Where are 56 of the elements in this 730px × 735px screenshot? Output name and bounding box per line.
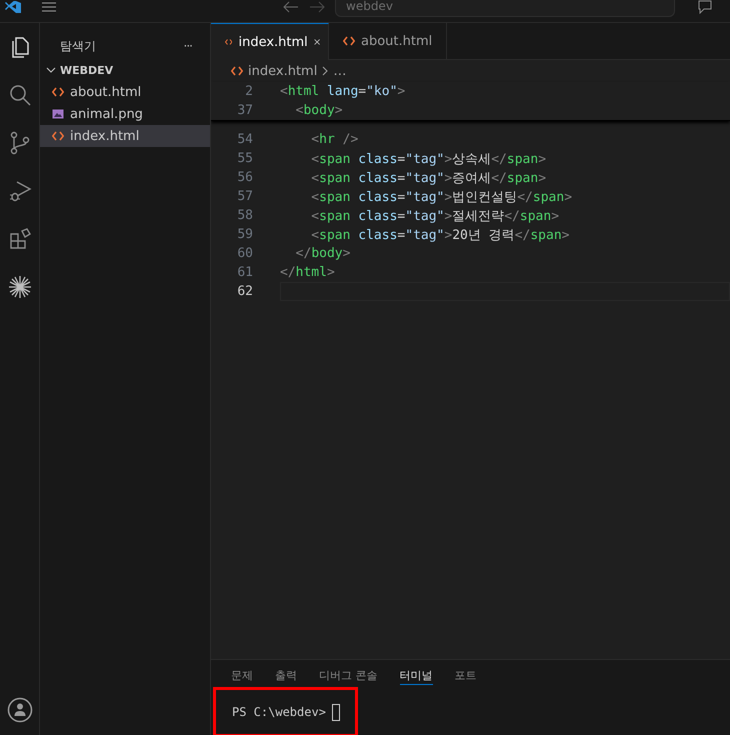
code-line: <span class="tag">법인컨설팅</span> [310,188,574,206]
panel-tab[interactable]: 문제 [231,668,253,684]
breadcrumb-item[interactable]: … [333,64,346,78]
editor-tab[interactable]: about.html [329,23,447,59]
line-number: 55 [236,151,254,166]
search-icon[interactable] [8,83,32,107]
explorer-title: 탐색기 [60,38,96,54]
panel-tab[interactable]: 포트 [454,668,476,684]
code-line: <body> [294,103,344,118]
chat-icon[interactable] [697,0,713,14]
code-file-icon [52,87,64,97]
line-number: 2 [244,84,254,99]
folder-row[interactable]: WEBDEV [40,59,210,81]
extensions-icon[interactable] [8,227,32,251]
line-number: 61 [236,265,254,280]
editor-tab[interactable]: index.html [211,23,329,60]
line-number: 59 [236,227,254,242]
line-number: 37 [236,103,254,118]
panel-tab[interactable]: 디버그 콘솔 [319,668,378,684]
file-item[interactable]: index.html [40,125,210,147]
code-line: <span class="tag">증여세</span> [310,170,548,186]
run-debug-icon[interactable] [8,179,32,203]
file-item[interactable]: about.html [40,81,210,103]
back-arrow-icon[interactable] [283,1,299,13]
menu-icon[interactable] [42,2,56,12]
panel-tab[interactable]: 출력 [275,668,297,684]
more-actions-button[interactable]: ··· [184,39,192,53]
terminal-cursor [332,704,340,720]
code-line: <span class="tag">상속세</span> [310,150,548,168]
chevron-icon [322,66,328,76]
code-file-icon [225,37,232,47]
asterisk-icon[interactable] [8,275,32,299]
account-icon[interactable] [6,697,32,723]
terminal-prompt: PS C:\webdev> [232,705,326,719]
panel-tab[interactable]: 터미널 [400,668,432,685]
file-item[interactable]: animal.png [40,103,210,125]
code-line: <span class="tag">20년 경력</span> [310,226,570,244]
line-number: 54 [236,132,254,147]
line-number: 57 [236,189,254,204]
line-number: 62 [236,284,254,299]
line-number: 60 [236,246,254,261]
image-file-icon [52,109,64,119]
chevron-icon [46,65,56,75]
code-file-icon [231,66,243,76]
close-icon[interactable] [314,37,320,47]
breadcrumb-item[interactable]: index.html [248,64,318,78]
line-number: 56 [236,170,254,185]
code-line: <hr /> [310,132,360,147]
code-line: <span class="tag">절세전략</span> [310,208,560,224]
line-number: 58 [236,208,254,223]
code-file-icon [343,36,355,46]
code-line: <html lang="ko"> [280,84,406,99]
code-file-icon [52,131,64,141]
code-line: </html> [280,265,336,280]
code-line: </body> [294,246,352,261]
app-logo-icon [5,1,21,13]
